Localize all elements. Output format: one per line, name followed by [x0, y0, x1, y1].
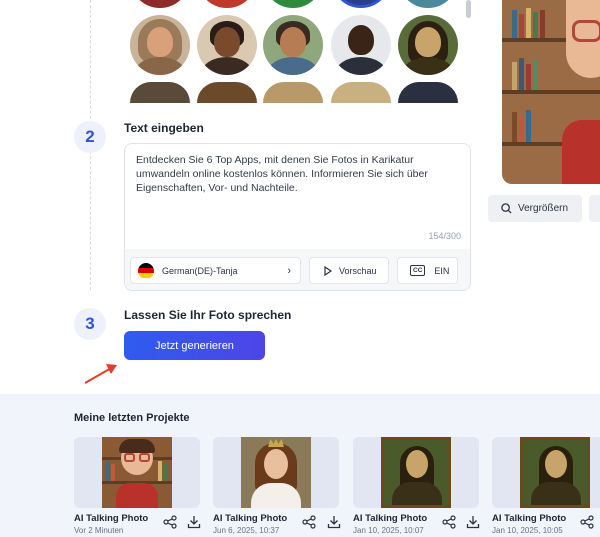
- captions-toggle-label: EIN: [434, 265, 450, 276]
- step-3-title: Lassen Sie Ihr Foto sprechen: [124, 308, 292, 322]
- project-thumbnail[interactable]: [353, 437, 479, 508]
- step-2-title: Text eingeben: [124, 121, 204, 135]
- download-icon[interactable]: [327, 515, 341, 529]
- project-name: AI Talking Photo: [74, 513, 149, 524]
- avatar-option[interactable]: [130, 15, 190, 75]
- project-date: Jun 6, 2025, 10:37: [213, 526, 280, 535]
- avatar-scrollbar[interactable]: [466, 0, 471, 18]
- avatar-option[interactable]: [398, 0, 458, 8]
- avatar-option[interactable]: [263, 0, 323, 8]
- project-date: Jan 10, 2025, 10:05: [492, 526, 563, 535]
- chevron-right-icon: ›: [287, 265, 291, 277]
- secondary-preview-button[interactable]: [589, 195, 600, 222]
- script-textarea[interactable]: Entdecken Sie 6 Top Apps, mit denen Sie …: [136, 153, 456, 195]
- recent-projects-section: Meine letzten Projekte AI Talking Photo …: [0, 394, 600, 537]
- project-name: AI Talking Photo: [492, 513, 567, 524]
- share-icon[interactable]: [442, 515, 456, 529]
- avatar-option[interactable]: [197, 15, 257, 75]
- download-icon[interactable]: [466, 515, 480, 529]
- annotation-arrow-icon: [84, 364, 117, 384]
- avatar-option[interactable]: [263, 82, 323, 103]
- germany-flag-icon: [138, 262, 154, 279]
- share-icon[interactable]: [163, 515, 177, 529]
- project-date: Jan 10, 2025, 10:07: [353, 526, 424, 535]
- avatar-option[interactable]: [331, 15, 391, 75]
- photo-preview: [502, 0, 600, 184]
- play-icon: [324, 265, 333, 276]
- captions-toggle[interactable]: CC EIN: [397, 257, 458, 284]
- step-3-badge: 3: [74, 308, 106, 340]
- voice-select[interactable]: German(DE)-Tanja ›: [130, 257, 301, 284]
- generate-button[interactable]: Jetzt generieren: [124, 331, 265, 360]
- voice-select-label: German(DE)-Tanja: [162, 265, 238, 276]
- avatar-option[interactable]: [398, 15, 458, 75]
- closed-captions-icon: CC: [410, 265, 426, 276]
- recent-projects-title: Meine letzten Projekte: [74, 412, 190, 424]
- avatar-option[interactable]: [130, 82, 190, 103]
- text-card-footer: German(DE)-Tanja › Vorschau CC EIN: [125, 249, 470, 290]
- avatar-option[interactable]: [130, 0, 190, 8]
- avatar-option[interactable]: [197, 0, 257, 8]
- preview-button-label: Vorschau: [339, 265, 377, 276]
- step-2-badge: 2: [74, 121, 106, 153]
- text-input-card: Entdecken Sie 6 Top Apps, mit denen Sie …: [124, 143, 471, 291]
- avatar-option[interactable]: [331, 82, 391, 103]
- project-thumbnail[interactable]: [213, 437, 339, 508]
- share-icon[interactable]: [580, 515, 594, 529]
- page: 2 Text eingeben Entdecken Sie 6 Top Apps…: [0, 0, 600, 537]
- project-thumbnail[interactable]: [492, 437, 600, 508]
- cartoon-character: [562, 0, 600, 184]
- zoom-button-label: Vergrößern: [518, 203, 569, 214]
- avatar-option[interactable]: [263, 15, 323, 75]
- avatar-option-selected[interactable]: [331, 0, 391, 8]
- share-icon[interactable]: [302, 515, 316, 529]
- avatar-option[interactable]: [398, 82, 458, 103]
- character-counter: 154/300: [428, 231, 461, 241]
- preview-button[interactable]: Vorschau: [309, 257, 389, 284]
- project-name: AI Talking Photo: [213, 513, 288, 524]
- search-icon: [501, 203, 512, 214]
- project-date: Vor 2 Minuten: [74, 526, 124, 535]
- project-thumbnail[interactable]: [74, 437, 200, 508]
- zoom-button[interactable]: Vergrößern: [488, 195, 582, 222]
- project-name: AI Talking Photo: [353, 513, 428, 524]
- download-icon[interactable]: [187, 515, 201, 529]
- avatar-option[interactable]: [197, 82, 257, 103]
